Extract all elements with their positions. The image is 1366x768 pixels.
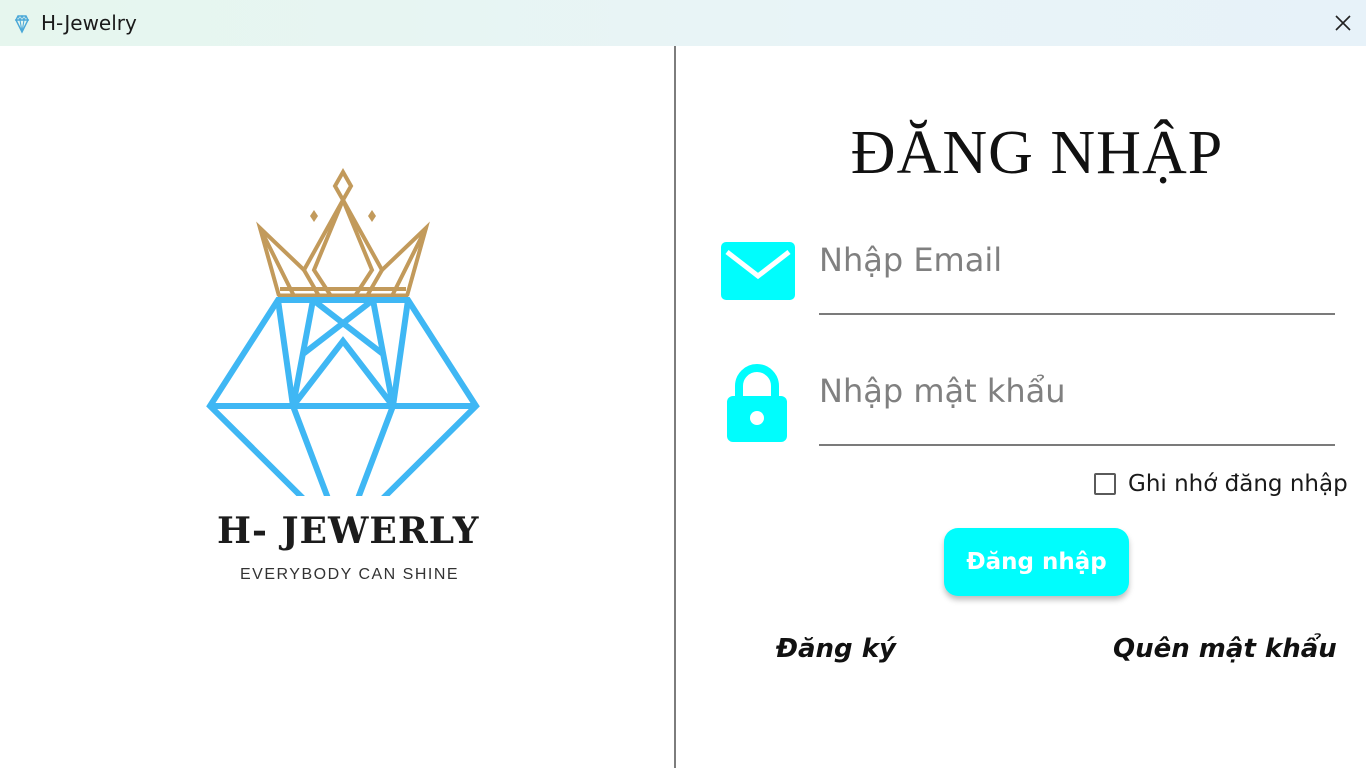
brand-name: H- JEWERLY: [217, 510, 480, 552]
window-title: H-Jewelry: [41, 11, 137, 35]
brand-tagline: EVERYBODY CAN SHINE: [240, 566, 460, 583]
mail-icon: [721, 242, 795, 300]
password-input[interactable]: [819, 372, 1335, 444]
login-title: ĐĂNG NHẬP: [850, 119, 1224, 187]
brand-logo: [206, 167, 480, 496]
lock-icon: [727, 364, 787, 442]
login-button[interactable]: Đăng nhập: [944, 528, 1129, 596]
close-button[interactable]: [1320, 0, 1366, 46]
password-field-wrapper: [819, 372, 1335, 446]
signup-link[interactable]: Đăng ký: [776, 634, 896, 664]
email-field-wrapper: [819, 241, 1335, 315]
logo-panel: H- JEWERLY EVERYBODY CAN SHINE: [0, 46, 674, 768]
forgot-password-link[interactable]: Quên mật khẩu: [1113, 634, 1337, 664]
close-icon: [1335, 15, 1351, 31]
remember-me-label: Ghi nhớ đăng nhập: [1128, 471, 1348, 497]
email-input[interactable]: [819, 241, 1335, 313]
diamond-app-icon: [14, 14, 30, 34]
title-bar: H-Jewelry: [0, 0, 1366, 46]
remember-me-checkbox[interactable]: Ghi nhớ đăng nhập: [1094, 471, 1348, 497]
diamond-icon: [206, 297, 480, 496]
checkbox-box[interactable]: [1094, 473, 1116, 495]
crown-icon: [256, 167, 430, 299]
login-panel: ĐĂNG NHẬP Ghi nhớ đăng nhập Đăng nhập Đă…: [676, 46, 1366, 768]
